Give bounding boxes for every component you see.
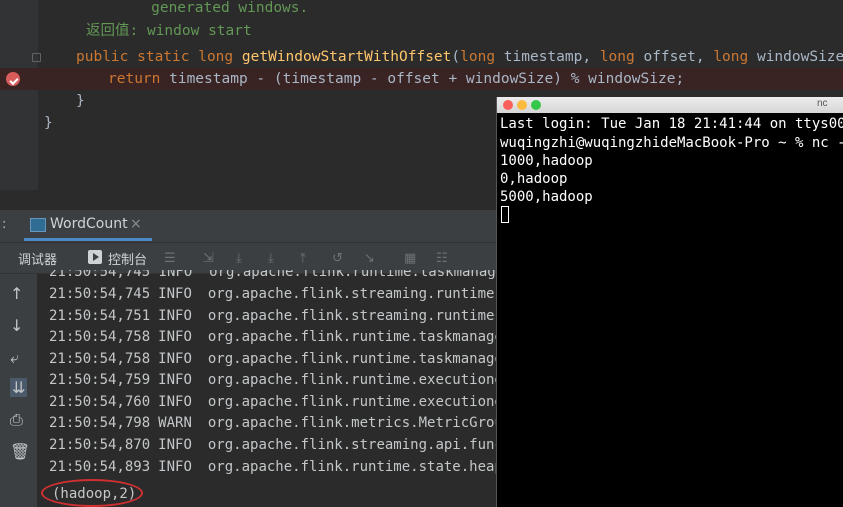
log-level: INFO (158, 286, 192, 302)
log-time: 21:50:54,759 (49, 372, 151, 388)
log-row: 21:50:54,758 INFO org.apache.flink.runtime… (49, 327, 500, 347)
sig-param-2: offset, (634, 49, 714, 65)
log-row: 21:50:54,798 WARN org.apache.flink.metrics… (49, 413, 500, 433)
log-class: org.apache.flink.runtime.executiongr (207, 372, 500, 388)
doc-return-text: 返回值: window start (86, 23, 252, 39)
debug-tool-window: : WordCount × 调试器 控制台 ☰ ⇲ ⤓ ⤓ ⤒ ↺ ↘ ▦ ☷ … (0, 210, 500, 507)
sig-param-1: timestamp, (495, 49, 600, 65)
minimize-window-icon[interactable] (517, 100, 527, 110)
code-line-signature[interactable]: public static long getWindowStartWithOff… (0, 46, 843, 68)
terminal-line: wuqingzhi@wuqingzhideMacBook-Pro ~ % nc … (500, 135, 843, 151)
tab-label: WordCount (50, 216, 128, 232)
soft-wrap-icon[interactable]: ⤶ (10, 348, 19, 368)
log-time: 21:50:54,798 (49, 415, 151, 431)
log-row: 21:50:54,751 INFO org.apache.flink.streami… (49, 306, 500, 326)
tabbar-colon: : (2, 217, 7, 232)
log-time: 21:50:54,751 (49, 308, 151, 324)
close-icon[interactable]: × (130, 216, 142, 232)
terminal-line: 1000,hadoop (500, 153, 593, 169)
down-arrow-icon[interactable]: ↓ (10, 316, 23, 335)
log-level: INFO (158, 308, 192, 324)
log-row: 21:50:54,758 INFO org.apache.flink.runtime… (49, 349, 500, 369)
log-level: INFO (158, 372, 192, 388)
sig-type-2: long (599, 49, 635, 65)
close-window-icon[interactable] (503, 100, 513, 110)
terminal-titlebar[interactable]: nc (497, 97, 843, 113)
log-time: 21:50:54,870 (49, 437, 151, 453)
breakpoint-icon[interactable] (6, 72, 20, 86)
tab-wordcount[interactable]: WordCount × (24, 210, 152, 241)
log-row: 21:50:54,870 INFO org.apache.flink.streami… (49, 435, 500, 455)
log-level: INFO (158, 437, 192, 453)
log-level: INFO (158, 329, 192, 345)
sig-param-3: windowSize) { (756, 49, 843, 65)
log-class: org.apache.flink.runtime.executiongr (207, 394, 500, 410)
log-row: 21:50:54,893 INFO org.apache.flink.runtime… (49, 457, 500, 477)
up-arrow-icon[interactable]: ↑ (10, 284, 23, 303)
log-time: 21:50:54,760 (49, 394, 151, 410)
zoom-window-icon[interactable] (531, 100, 541, 110)
log-time: 21:50:54,893 (49, 459, 151, 475)
terminal-title: nc (817, 98, 828, 109)
log-class: org.apache.flink.streaming.runtime.t (207, 308, 500, 324)
log-row-partial: 21:50:54,745 INFO org.apache.flink.runti… (49, 264, 500, 280)
sig-paren: ( (451, 49, 461, 65)
log-time: 21:50:54,758 (49, 329, 151, 345)
doc-comment-text: generated windows. (90, 0, 309, 16)
code-line-doc-2[interactable]: 返回值: window start (0, 20, 843, 42)
console-output[interactable]: 21:50:54,745 INFO org.apache.flink.runti… (38, 264, 500, 507)
print-icon[interactable]: ⎙ (10, 410, 23, 430)
log-class: org.apache.flink.metrics.MetricGroup (207, 415, 500, 431)
log-time: 21:50:54,758 (49, 351, 151, 367)
terminal-cursor (501, 206, 509, 223)
log-class: org.apache.flink.runtime.taskmanager (207, 329, 500, 345)
sig-type-1: long (460, 49, 496, 65)
console-side-toolbar: ↑ ↓ ⤶ ⇊ ⎙ 🗑 (0, 274, 37, 507)
code-line-return[interactable]: return timestamp - (timestamp - offset +… (0, 68, 843, 90)
scroll-to-end-icon[interactable]: ⇊ (10, 378, 28, 397)
closing-brace: } (76, 93, 85, 109)
log-level: INFO (158, 459, 192, 475)
trash-icon[interactable]: 🗑 (10, 442, 30, 461)
code-line-doc-1[interactable]: generated windows. (0, 0, 843, 19)
fold-marker-icon[interactable] (32, 53, 41, 62)
method-name: getWindowStartWithOffset (241, 49, 452, 65)
terminal-line: Last login: Tue Jan 18 21:41:44 on ttys0… (500, 116, 843, 132)
log-class: org.apache.flink.runtime.taskmanager (207, 351, 500, 367)
log-level: INFO (158, 351, 192, 367)
method-signature: public static long getWindowStartWithOff… (76, 46, 843, 68)
terminal-window[interactable]: nc Last login: Tue Jan 18 21:41:44 on tt… (496, 97, 843, 507)
log-time: 21:50:54,745 (49, 286, 151, 302)
sig-type-3: long (713, 49, 749, 65)
return-statement: return timestamp - (timestamp - offset +… (108, 68, 684, 90)
log-class: org.apache.flink.streaming.runtime.t (207, 286, 500, 302)
tool-window-tabbar: : WordCount × (0, 210, 500, 243)
log-row: 21:50:54,760 INFO org.apache.flink.runtime… (49, 392, 500, 412)
console-icon (88, 250, 102, 264)
log-level: WARN (158, 415, 192, 431)
return-keyword: return (108, 71, 161, 87)
return-expression: timestamp - (timestamp - offset + window… (160, 71, 685, 87)
sig-keywords: public static long (76, 49, 242, 65)
closing-brace: } (44, 115, 53, 131)
log-level: INFO (158, 394, 192, 410)
log-row: 21:50:54,745 INFO org.apache.flink.streami… (49, 284, 500, 304)
log-class: org.apache.flink.runtime.state.heap. (207, 459, 500, 475)
log-row: 21:50:54,759 INFO org.apache.flink.runtime… (49, 370, 500, 390)
wordcount-result: (hadoop,2) (52, 486, 137, 502)
terminal-line: 0,hadoop (500, 171, 568, 187)
terminal-line: 5000,hadoop (500, 189, 593, 205)
run-config-icon (30, 218, 46, 232)
log-class: org.apache.flink.streaming.api.funct (207, 437, 500, 453)
